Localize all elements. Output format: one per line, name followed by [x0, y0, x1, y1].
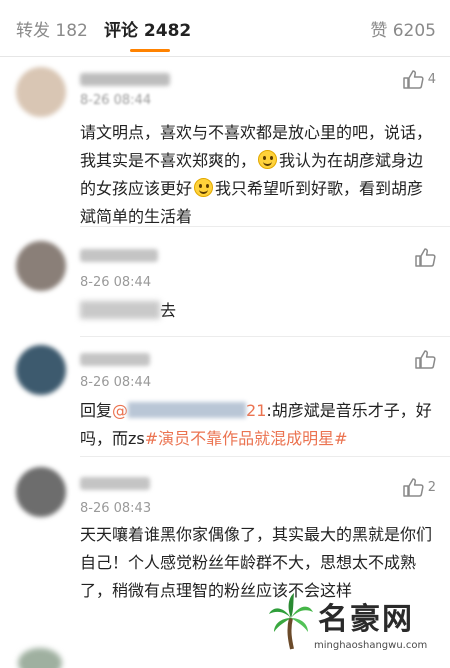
username[interactable]	[80, 477, 150, 490]
palm-tree-logo-icon	[269, 593, 313, 650]
tab-reposts[interactable]: 转发 182	[16, 16, 88, 41]
like-count: 4	[427, 71, 436, 87]
comment-item: 8-26 08:44 4 请文明点，喜欢与不喜欢都是放心里的吧，说话，我其实是不…	[0, 57, 450, 227]
watermark-url: minghaoshangwu.com	[314, 640, 428, 651]
mention-at: @	[112, 401, 129, 420]
comment-time: 8-26 08:44	[80, 275, 152, 290]
username[interactable]	[80, 249, 158, 262]
smile-emoji-icon	[258, 150, 278, 169]
blurred-mention	[128, 402, 247, 418]
comment-text: 去	[80, 297, 434, 325]
comment-text-part: 去	[160, 301, 177, 320]
comment-time: 8-26 08:43	[80, 501, 152, 516]
site-watermark: 名豪网 minghaoshangwu.com	[268, 590, 438, 660]
like-button[interactable]: 4	[402, 69, 436, 89]
like-count: 2	[427, 479, 436, 495]
thumbs-up-icon	[402, 69, 424, 89]
comment-text: 请文明点，喜欢与不喜欢都是放心里的吧，说话，我其实是不喜欢郑爽的， 我认为在胡彦斌…	[80, 119, 434, 231]
username[interactable]	[80, 73, 170, 86]
tab-comments[interactable]: 评论 2482	[104, 16, 191, 41]
active-tab-indicator	[130, 49, 170, 52]
thumbs-up-icon	[402, 477, 424, 497]
like-button[interactable]: 2	[402, 477, 436, 497]
thumbs-up-icon	[414, 247, 436, 267]
like-button[interactable]	[414, 247, 436, 267]
watermark-title: 名豪网	[318, 602, 414, 637]
tab-likes[interactable]: 赞 6205	[370, 16, 436, 41]
mention-link[interactable]: @21	[112, 401, 266, 420]
comment-time: 8-26 08:44	[80, 93, 152, 108]
comment-item: 8-26 08:44 回复@ 21:胡彦斌是音乐才子，好吗，而zs#演员不靠作品就…	[0, 337, 450, 457]
blurred-text	[80, 301, 160, 319]
avatar[interactable]	[16, 345, 66, 395]
mention-tail: 21	[246, 401, 267, 420]
like-button[interactable]	[414, 349, 436, 369]
comment-tabs: 转发 182 评论 2482 赞 6205	[0, 0, 450, 57]
comment-item: 8-26 08:44 去	[0, 227, 450, 337]
avatar[interactable]	[16, 241, 66, 291]
thumbs-up-icon	[414, 349, 436, 369]
comment-text: 回复@ 21:胡彦斌是音乐才子，好吗，而zs#演员不靠作品就混成明星#	[80, 397, 434, 453]
topic-hashtag-link[interactable]: #演员不靠作品就混成明星#	[145, 429, 348, 448]
avatar[interactable]	[16, 467, 66, 517]
reply-prefix: 回复	[80, 401, 113, 420]
avatar[interactable]	[16, 67, 66, 117]
smile-emoji-icon	[194, 178, 214, 197]
username[interactable]	[80, 353, 150, 366]
comment-time: 8-26 08:44	[80, 375, 152, 390]
